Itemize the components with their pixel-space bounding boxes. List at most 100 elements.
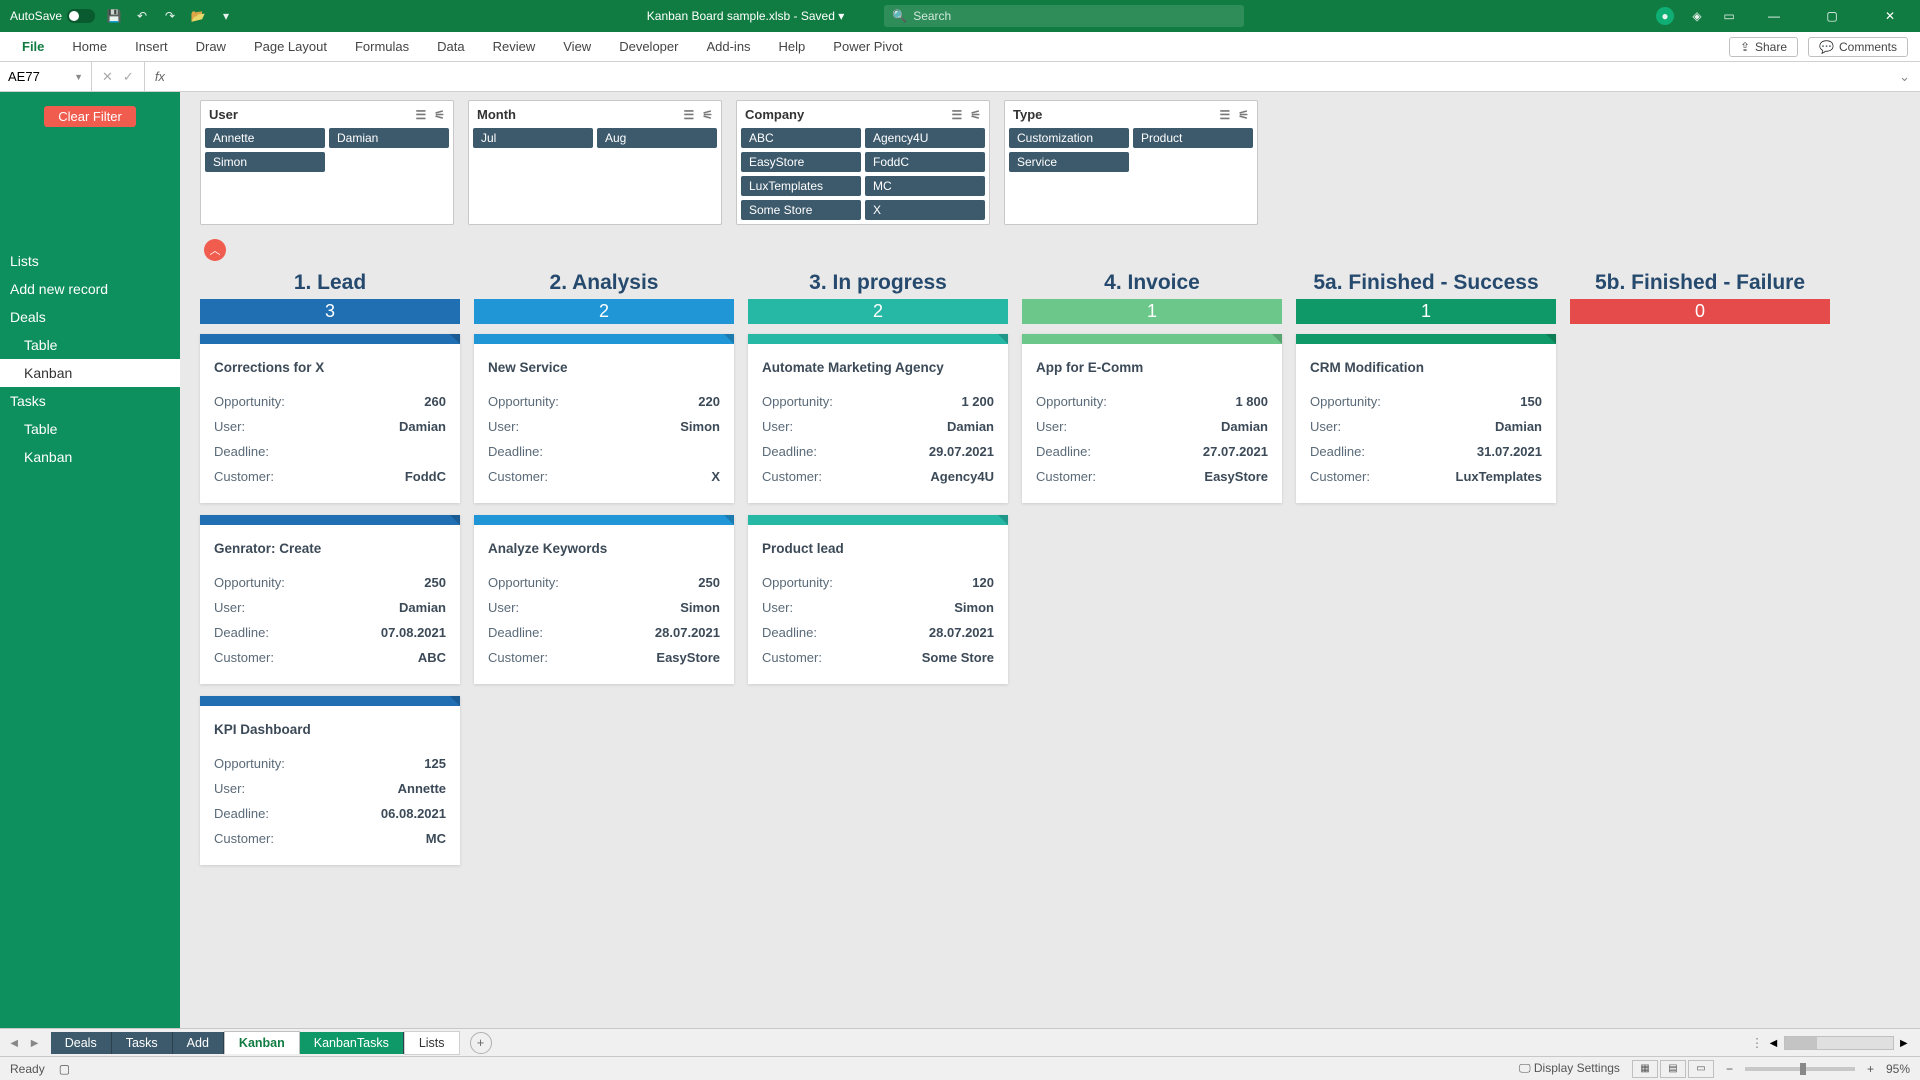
minimize-button[interactable]: — bbox=[1752, 0, 1796, 32]
add-sheet-button[interactable]: + bbox=[470, 1032, 492, 1054]
zoom-in-icon[interactable]: + bbox=[1867, 1062, 1874, 1076]
save-icon[interactable]: 💾 bbox=[105, 7, 123, 25]
tab-developer[interactable]: Developer bbox=[605, 32, 692, 61]
slicer-option[interactable]: Service bbox=[1009, 152, 1129, 172]
tab-file[interactable]: File bbox=[8, 32, 58, 61]
zoom-out-icon[interactable]: − bbox=[1726, 1062, 1733, 1076]
display-settings[interactable]: 🖵 Display Settings bbox=[1519, 1061, 1620, 1076]
record-macro-icon[interactable]: ▢ bbox=[59, 1062, 70, 1076]
tab-page-layout[interactable]: Page Layout bbox=[240, 32, 341, 61]
slicer-option[interactable]: Damian bbox=[329, 128, 449, 148]
autosave[interactable]: AutoSave bbox=[10, 9, 95, 23]
slicer-option[interactable]: Simon bbox=[205, 152, 325, 172]
slicer-option[interactable]: Product bbox=[1133, 128, 1253, 148]
kanban-card[interactable]: Product leadOpportunity:120User:SimonDea… bbox=[748, 515, 1008, 684]
slicer-option[interactable]: MC bbox=[865, 176, 985, 196]
tab-view[interactable]: View bbox=[549, 32, 605, 61]
clear-filter-icon[interactable]: ⚟ bbox=[1238, 108, 1249, 122]
clear-filter-button[interactable]: Clear Filter bbox=[44, 106, 136, 127]
kanban-card[interactable]: CRM ModificationOpportunity:150User:Dami… bbox=[1296, 334, 1556, 503]
share-button[interactable]: ⇪Share bbox=[1729, 37, 1798, 57]
slicer-option[interactable]: Jul bbox=[473, 128, 593, 148]
sheet-tab-add[interactable]: Add bbox=[173, 1032, 224, 1054]
redo-icon[interactable]: ↷ bbox=[161, 7, 179, 25]
tab-help[interactable]: Help bbox=[765, 32, 820, 61]
multiselect-icon[interactable]: ☰ bbox=[951, 108, 962, 122]
sheet-tab-kanbantasks[interactable]: KanbanTasks bbox=[300, 1032, 404, 1054]
autosave-toggle[interactable] bbox=[67, 9, 95, 23]
kanban-card[interactable]: Analyze KeywordsOpportunity:250User:Simo… bbox=[474, 515, 734, 684]
workarea[interactable]: User☰⚟AnnetteDamianSimonMonth☰⚟JulAugCom… bbox=[180, 92, 1920, 1028]
kanban-card[interactable]: Automate Marketing AgencyOpportunity:1 2… bbox=[748, 334, 1008, 503]
close-button[interactable]: ✕ bbox=[1868, 0, 1912, 32]
multiselect-icon[interactable]: ☰ bbox=[415, 108, 426, 122]
kanban-card[interactable]: Corrections for XOpportunity:260User:Dam… bbox=[200, 334, 460, 503]
multiselect-icon[interactable]: ☰ bbox=[1219, 108, 1230, 122]
sidebar-item-table-3[interactable]: Table bbox=[0, 331, 180, 359]
sidebar-item-kanban-7[interactable]: Kanban bbox=[0, 443, 180, 471]
sidebar-item-kanban-4[interactable]: Kanban bbox=[0, 359, 180, 387]
fx-label[interactable]: fx bbox=[145, 69, 165, 84]
page-layout-view-icon[interactable]: ▤ bbox=[1660, 1060, 1686, 1078]
diamond-icon[interactable]: ◈ bbox=[1688, 7, 1706, 25]
horizontal-scrollbar[interactable] bbox=[1784, 1036, 1894, 1050]
hscroll-right-icon[interactable]: ► bbox=[1898, 1036, 1910, 1050]
enter-formula-icon[interactable]: ✓ bbox=[123, 69, 134, 85]
kanban-card[interactable]: App for E-CommOpportunity:1 800User:Dami… bbox=[1022, 334, 1282, 503]
search-box[interactable]: 🔍 Search bbox=[884, 5, 1244, 27]
sheet-tab-tasks[interactable]: Tasks bbox=[112, 1032, 173, 1054]
comments-button[interactable]: 💬Comments bbox=[1808, 37, 1908, 57]
qat-dropdown-icon[interactable]: ▾ bbox=[217, 7, 235, 25]
sheet-tab-deals[interactable]: Deals bbox=[51, 1032, 112, 1054]
tab-addins[interactable]: Add-ins bbox=[692, 32, 764, 61]
name-box[interactable]: AE77 ▼ bbox=[0, 62, 92, 91]
sheet-tab-lists[interactable]: Lists bbox=[404, 1031, 460, 1055]
clear-filter-icon[interactable]: ⚟ bbox=[970, 108, 981, 122]
slicer-option[interactable]: Customization bbox=[1009, 128, 1129, 148]
document-title[interactable]: Kanban Board sample.xlsb - Saved ▾ bbox=[647, 9, 844, 23]
sidebar-item-tasks-5[interactable]: Tasks bbox=[0, 387, 180, 415]
zoom-slider[interactable] bbox=[1745, 1067, 1855, 1071]
tab-power-pivot[interactable]: Power Pivot bbox=[819, 32, 916, 61]
kanban-card[interactable]: New ServiceOpportunity:220User:SimonDead… bbox=[474, 334, 734, 503]
ribbon-display-icon[interactable]: ▭ bbox=[1720, 7, 1738, 25]
kanban-card[interactable]: Genrator: CreateOpportunity:250User:Dami… bbox=[200, 515, 460, 684]
tab-formulas[interactable]: Formulas bbox=[341, 32, 423, 61]
page-break-view-icon[interactable]: ▭ bbox=[1688, 1060, 1714, 1078]
sheet-tab-kanban[interactable]: Kanban bbox=[224, 1031, 300, 1054]
sheet-nav-prev-icon[interactable]: ◄ bbox=[8, 1036, 20, 1050]
tab-review[interactable]: Review bbox=[479, 32, 550, 61]
zoom-level[interactable]: 95% bbox=[1886, 1062, 1910, 1076]
slicer-option[interactable]: ABC bbox=[741, 128, 861, 148]
account-icon[interactable]: ● bbox=[1656, 7, 1674, 25]
slicer-option[interactable]: FoddC bbox=[865, 152, 985, 172]
undo-icon[interactable]: ↶ bbox=[133, 7, 151, 25]
tab-draw[interactable]: Draw bbox=[182, 32, 240, 61]
sheet-nav-next-icon[interactable]: ► bbox=[28, 1036, 40, 1050]
normal-view-icon[interactable]: ▦ bbox=[1632, 1060, 1658, 1078]
clear-filter-icon[interactable]: ⚟ bbox=[702, 108, 713, 122]
folder-icon[interactable]: 📂 bbox=[189, 7, 207, 25]
sidebar-item-add-new-record-1[interactable]: Add new record bbox=[0, 275, 180, 303]
clear-filter-icon[interactable]: ⚟ bbox=[434, 108, 445, 122]
collapse-toggle[interactable]: ︿ bbox=[204, 239, 226, 261]
slicer-option[interactable]: Some Store bbox=[741, 200, 861, 220]
slicer-option[interactable]: Aug bbox=[597, 128, 717, 148]
expand-formula-bar-icon[interactable]: ⌄ bbox=[1899, 69, 1920, 85]
slicer-option[interactable]: LuxTemplates bbox=[741, 176, 861, 196]
maximize-button[interactable]: ▢ bbox=[1810, 0, 1854, 32]
sidebar-item-lists-0[interactable]: Lists bbox=[0, 247, 180, 275]
kanban-card[interactable]: KPI DashboardOpportunity:125User:Annette… bbox=[200, 696, 460, 865]
sidebar-item-deals-2[interactable]: Deals bbox=[0, 303, 180, 331]
tab-insert[interactable]: Insert bbox=[121, 32, 182, 61]
namebox-dropdown-icon[interactable]: ▼ bbox=[74, 72, 83, 82]
tab-split-icon[interactable]: ⋮ bbox=[1751, 1035, 1764, 1050]
slicer-option[interactable]: X bbox=[865, 200, 985, 220]
hscroll-left-icon[interactable]: ◄ bbox=[1767, 1036, 1779, 1050]
slicer-option[interactable]: EasyStore bbox=[741, 152, 861, 172]
slicer-option[interactable]: Annette bbox=[205, 128, 325, 148]
slicer-option[interactable]: Agency4U bbox=[865, 128, 985, 148]
cancel-formula-icon[interactable]: ✕ bbox=[102, 69, 113, 85]
sidebar-item-table-6[interactable]: Table bbox=[0, 415, 180, 443]
tab-data[interactable]: Data bbox=[423, 32, 478, 61]
